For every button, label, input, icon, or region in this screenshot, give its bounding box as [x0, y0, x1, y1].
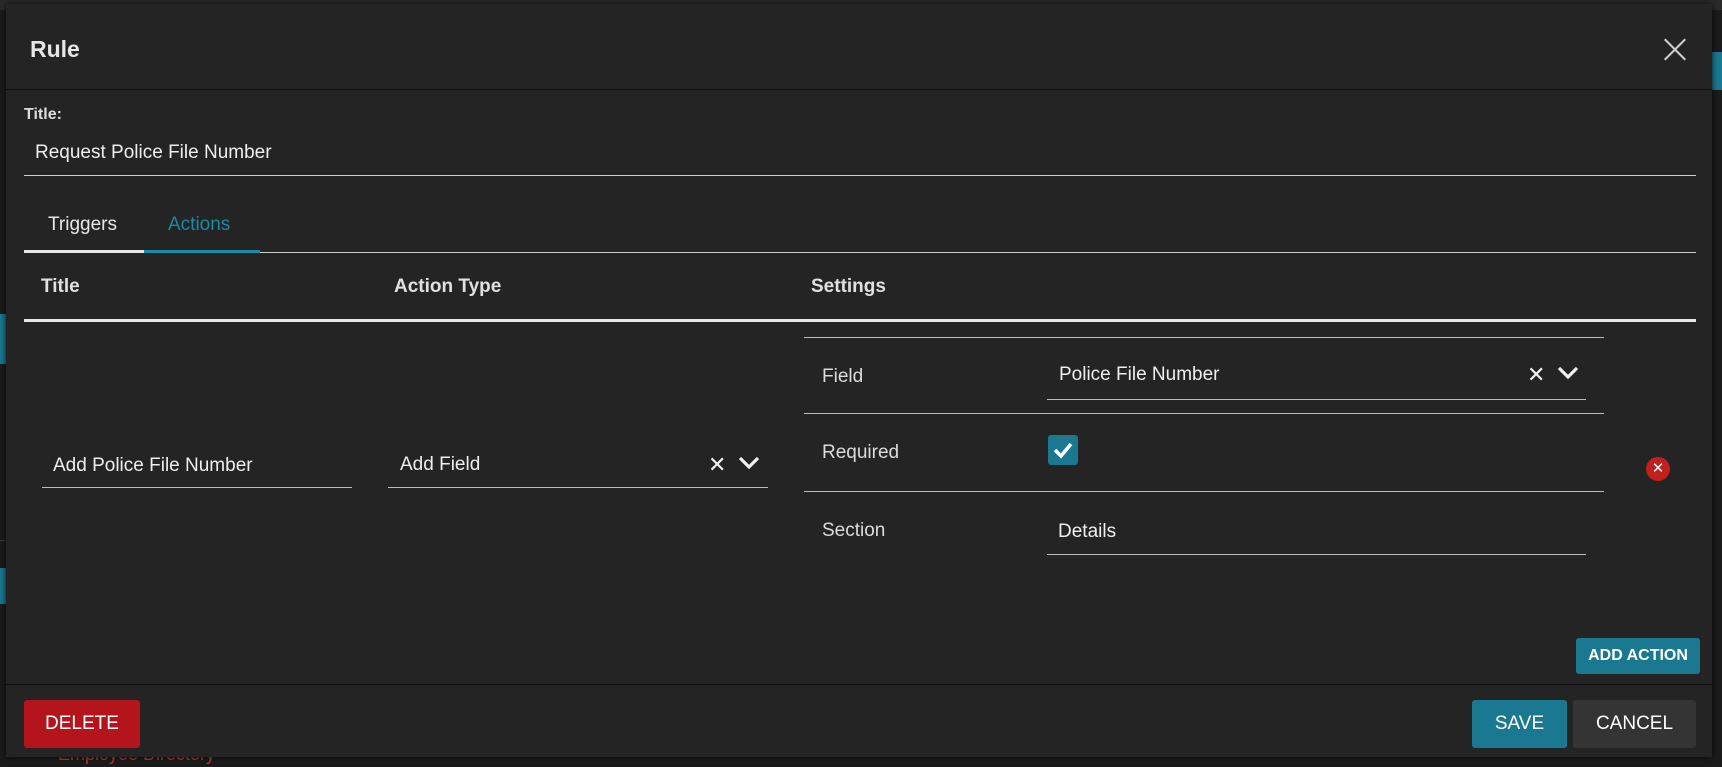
checkmark-icon	[1053, 442, 1073, 459]
chevron-down-icon[interactable]	[1557, 366, 1579, 380]
close-icon[interactable]	[1660, 34, 1690, 64]
setting-label-section: Section	[822, 520, 886, 541]
settings-row-required: Required	[804, 413, 1604, 491]
title-field-label: Title:	[24, 106, 62, 123]
section-input[interactable]	[1047, 509, 1586, 555]
required-checkbox[interactable]	[1048, 435, 1078, 465]
clear-icon[interactable]: ✕	[1527, 362, 1545, 388]
rule-dialog: Rule Title: Triggers Actions Title Actio…	[6, 4, 1712, 757]
save-button[interactable]: SAVE	[1472, 700, 1567, 748]
dialog-header: Rule	[6, 4, 1712, 90]
remove-action-icon[interactable]: ✕	[1646, 457, 1670, 481]
action-title-input[interactable]	[42, 444, 352, 488]
tab-actions[interactable]: Actions	[144, 200, 260, 253]
actions-table-header: Title Action Type Settings	[24, 260, 1696, 322]
action-type-value: Add Field	[400, 454, 481, 475]
background-accent-block	[1712, 52, 1722, 90]
chevron-down-icon[interactable]	[738, 456, 760, 470]
action-type-select[interactable]: Add Field ✕	[388, 444, 768, 488]
add-action-button[interactable]: ADD ACTION	[1576, 638, 1700, 674]
field-select-value: Police File Number	[1059, 364, 1220, 385]
column-header-settings: Settings	[811, 276, 886, 297]
tab-triggers[interactable]: Triggers	[24, 200, 144, 253]
column-header-title: Title	[41, 276, 80, 297]
setting-label-field: Field	[822, 366, 864, 387]
rule-tabs: Triggers Actions	[24, 200, 1696, 253]
dialog-footer: DELETE SAVE CANCEL	[6, 684, 1712, 757]
rule-title-input[interactable]	[24, 130, 1696, 176]
column-header-action-type: Action Type	[394, 276, 502, 297]
field-select[interactable]: Police File Number ✕	[1047, 354, 1586, 400]
clear-icon[interactable]: ✕	[708, 452, 726, 478]
cancel-button[interactable]: CANCEL	[1573, 700, 1696, 748]
delete-button[interactable]: DELETE	[24, 700, 140, 748]
dialog-title: Rule	[30, 36, 80, 62]
setting-label-required: Required	[822, 442, 900, 463]
